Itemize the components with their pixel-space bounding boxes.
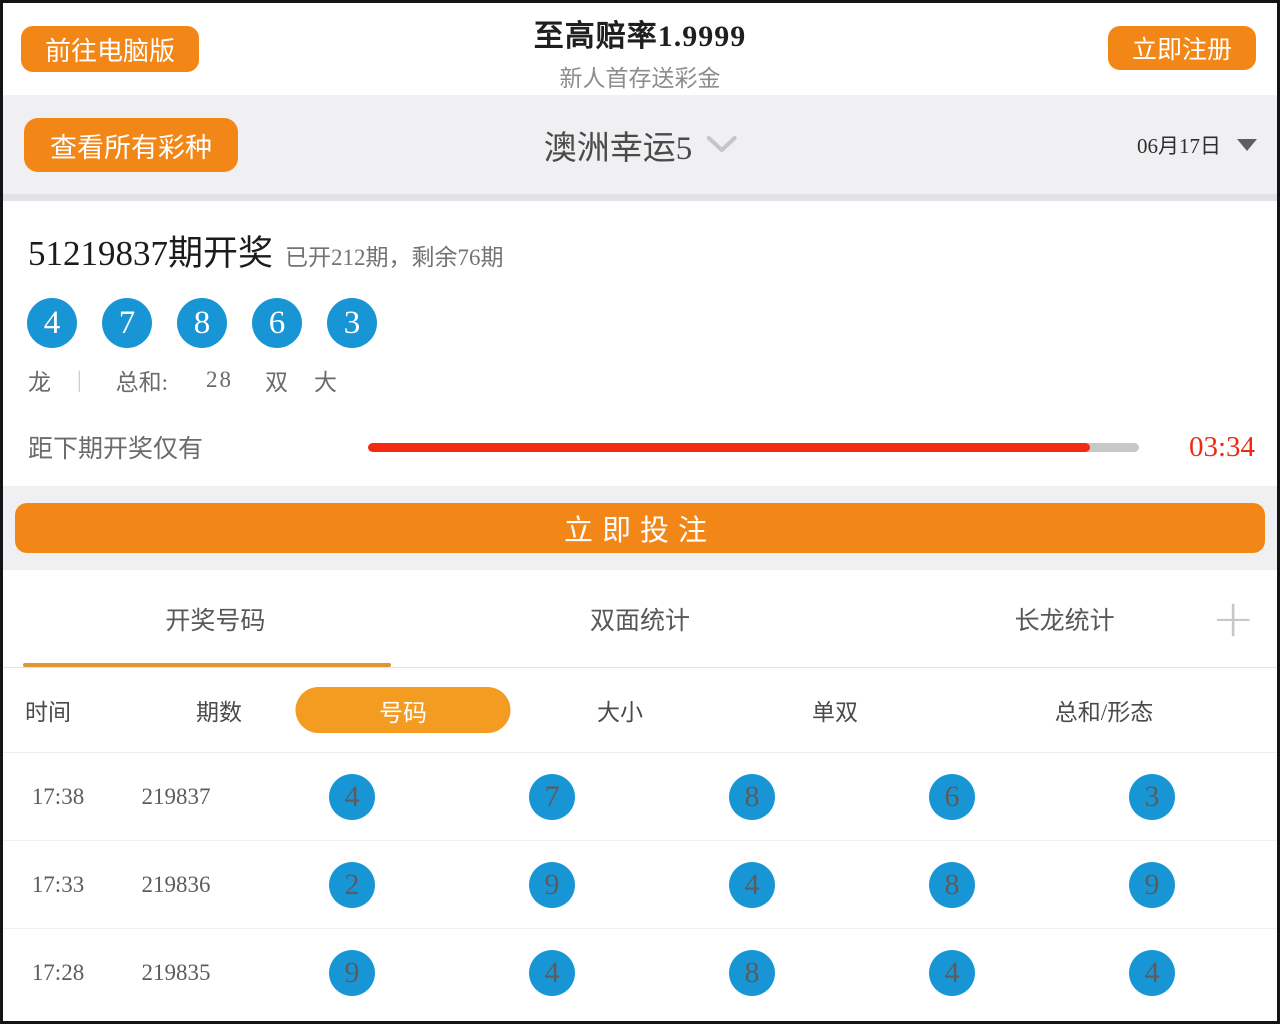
countdown-timer: 03:34 [1163, 431, 1255, 464]
lottery-ball: 4 [729, 862, 775, 908]
row-time: 17:38 [32, 784, 84, 810]
column-number-label: 号码 [379, 693, 427, 728]
tab-label: 双面统计 [590, 601, 690, 637]
winning-numbers: 4 7 8 6 3 [27, 298, 1277, 348]
row-issue: 219836 [142, 872, 211, 898]
lottery-ball: 9 [1129, 862, 1175, 908]
active-tab-underline [23, 663, 391, 667]
results-table-header: 时间 期数 号码 大小 单双 总和/形态 [3, 668, 1277, 753]
tab-label: 开奖号码 [165, 601, 265, 637]
row-issue: 219837 [142, 784, 211, 810]
lottery-ball: 4 [329, 774, 375, 820]
lottery-page: 前往电脑版 至高赔率1.9999 新人首存送彩金 立即注册 查看所有彩种 澳洲幸… [0, 0, 1280, 1024]
lottery-ball: 9 [529, 862, 575, 908]
table-row: 17:33 219836 2 9 4 8 9 [3, 841, 1277, 929]
issue-status: 已开212期，剩余76期 [285, 238, 504, 272]
page-title: 至高赔率1.9999 [3, 11, 1277, 55]
odd-even-value: 双 [265, 363, 288, 397]
countdown-progress-track [368, 443, 1139, 452]
date-label: 06月17日 [1137, 130, 1221, 160]
table-row: 17:38 219837 4 7 8 6 3 [3, 753, 1277, 841]
row-time: 17:33 [32, 872, 84, 898]
tab-two-sided-stats[interactable]: 双面统计 [428, 570, 853, 667]
plus-icon[interactable]: + [1211, 593, 1255, 645]
row-issue: 219835 [142, 960, 211, 986]
tab-draw-numbers[interactable]: 开奖号码 [3, 570, 428, 667]
lottery-ball: 6 [929, 774, 975, 820]
column-odd-even[interactable]: 单双 [812, 693, 858, 727]
sum-value: 28 [206, 367, 233, 393]
current-draw-section: 51219837期开奖 已开212期，剩余76期 4 7 8 6 3 龙 | 总… [3, 201, 1277, 486]
progress-fill [368, 443, 1090, 452]
issue-title: 51219837期开奖 [28, 225, 273, 276]
title-rate: 1.9999 [658, 20, 747, 53]
lottery-ball: 4 [1129, 950, 1175, 996]
table-row: 17:28 219835 9 4 8 4 4 [3, 929, 1277, 1017]
date-selector[interactable]: 06月17日 [1137, 130, 1257, 160]
results-table-body: 17:38 219837 4 7 8 6 3 17:33 219836 2 9 … [3, 753, 1277, 1017]
lottery-ball: 8 [729, 950, 775, 996]
draw-summary: 龙 | 总和: 28 双 大 [28, 363, 1277, 397]
tab-label: 长龙统计 [1015, 601, 1115, 637]
lottery-ball: 8 [929, 862, 975, 908]
column-number-pill[interactable]: 号码 [296, 687, 511, 733]
summary-divider: | [77, 367, 82, 393]
column-issue: 期数 [196, 693, 242, 727]
big-small-value: 大 [314, 363, 337, 397]
countdown-line: 距下期开奖仅有 03:34 [28, 429, 1277, 465]
lottery-bar: 查看所有彩种 澳洲幸运5 06月17日 [3, 95, 1277, 201]
lottery-ball: 3 [1129, 774, 1175, 820]
row-time: 17:28 [32, 960, 84, 986]
lottery-ball: 4 [529, 950, 575, 996]
lottery-ball: 3 [327, 298, 377, 348]
lottery-ball: 7 [102, 298, 152, 348]
page-subtitle: 新人首存送彩金 [3, 59, 1277, 93]
lottery-ball: 4 [929, 950, 975, 996]
issue-line: 51219837期开奖 已开212期，剩余76期 [28, 225, 1277, 276]
chevron-down-icon [706, 136, 736, 153]
lottery-ball: 4 [27, 298, 77, 348]
lottery-ball: 6 [252, 298, 302, 348]
view-all-lotteries-button[interactable]: 查看所有彩种 [24, 118, 238, 172]
lottery-ball: 8 [729, 774, 775, 820]
bet-now-button[interactable]: 立即投注 [15, 503, 1265, 553]
lottery-ball: 9 [329, 950, 375, 996]
lottery-selector[interactable]: 澳洲幸运5 [544, 121, 737, 169]
lottery-ball: 2 [329, 862, 375, 908]
register-button[interactable]: 立即注册 [1108, 26, 1256, 70]
column-sum-form[interactable]: 总和/形态 [1055, 693, 1153, 727]
lottery-name: 澳洲幸运5 [544, 121, 693, 169]
column-time: 时间 [25, 693, 71, 727]
lottery-ball: 7 [529, 774, 575, 820]
cta-band: 立即投注 [3, 486, 1277, 570]
lottery-ball: 8 [177, 298, 227, 348]
triangle-down-icon [1237, 139, 1257, 151]
dragon-tiger-value: 龙 [28, 363, 51, 397]
column-size[interactable]: 大小 [597, 693, 643, 727]
header-title-block: 至高赔率1.9999 新人首存送彩金 [3, 11, 1277, 93]
title-prefix: 至高赔率 [534, 20, 658, 53]
top-header: 前往电脑版 至高赔率1.9999 新人首存送彩金 立即注册 [3, 3, 1277, 95]
countdown-label: 距下期开奖仅有 [28, 429, 368, 465]
tabs-bar: 开奖号码 双面统计 长龙统计 + [3, 570, 1277, 668]
sum-label: 总和: [116, 363, 168, 397]
